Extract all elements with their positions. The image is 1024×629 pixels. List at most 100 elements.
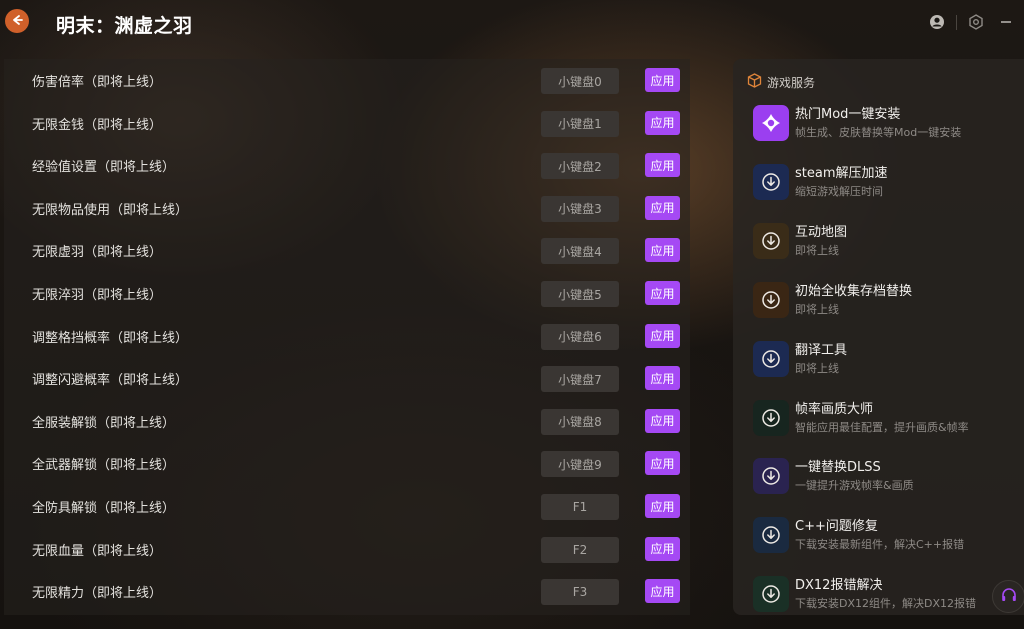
service-desc: 下载安装DX12组件，解决DX12报错 [795,597,977,611]
cheat-row: 经验值设置（即将上线） 小键盘2 应用 [4,144,690,187]
download-icon [753,399,789,436]
download-icon [753,281,789,318]
service-desc: 缩短游戏解压时间 [795,184,883,198]
cheat-label: 无限物品使用（即将上线） [32,202,189,218]
hotkey-field[interactable]: F3 [541,579,619,606]
apply-button[interactable]: 应用 [645,366,680,391]
hotkey-field[interactable]: 小键盘1 [541,110,619,137]
cheat-list: 伤害倍率（即将上线） 小键盘0 应用 无限金钱（即将上线） 小键盘1 应用 经验值设置（即将… [4,59,690,615]
cheat-label: 伤害倍率（即将上线） [32,75,163,90]
service-name: 初始全收集存档替换 [795,283,913,299]
apply-button[interactable]: 应用 [645,110,680,135]
service-desc: 即将上线 [795,361,839,375]
apply-button[interactable]: 应用 [645,451,680,476]
cheat-row: 无限物品使用（即将上线） 小键盘3 应用 [4,187,690,230]
cheat-label: 无限血量（即将上线） [32,543,163,559]
cheat-row: 无限虚羽（即将上线） 小键盘4 应用 [4,229,690,272]
download-icon [753,517,789,554]
hotkey-field[interactable]: 小键盘2 [541,153,619,180]
game-services-panel: 游戏服务 热门Mod一键安装帧生成、皮肤替换等Mod一键安装 steam解压加速缩… [733,59,1024,615]
service-name: 翻译工具 [795,342,848,358]
back-button[interactable] [5,9,29,33]
hotkey-field[interactable]: 小键盘9 [541,451,619,478]
service-item[interactable]: DX12报错解决下载安装DX12组件，解决DX12报错 [753,574,1023,624]
hotkey-field[interactable]: 小键盘4 [541,238,619,265]
service-item[interactable]: 互动地图 即将上线 [753,221,1023,271]
hotkey-field[interactable]: 小键盘3 [541,195,619,222]
service-desc: 帧生成、皮肤替换等Mod一键安装 [795,126,962,139]
cheat-label: 无限精力（即将上线） [32,586,163,602]
page-title: 明末：渊虚之羽 [56,15,193,37]
cheat-row: 无限血量（即将上线） F2 应用 [4,528,690,571]
service-name: 互动地图 [795,224,848,240]
download-icon [753,458,789,495]
service-name: steam解压加速 [795,165,888,181]
download-icon [753,340,789,377]
cheat-row: 全服装解锁（即将上线） 小键盘8 应用 [4,400,690,443]
cheat-label: 全防具解锁（即将上线） [32,501,176,516]
service-item[interactable]: 帧率画质大师 智能应用最佳配置，提升画质&帧率 [753,398,1023,448]
apply-button[interactable]: 应用 [645,68,680,92]
hotkey-field[interactable]: 小键盘8 [541,408,619,435]
settings-icon[interactable] [968,14,984,30]
cheat-label: 全服装解锁（即将上线） [32,415,176,431]
download-icon [753,222,789,259]
cheat-row: 全武器解锁（即将上线） 小键盘9 应用 [4,442,690,485]
cheat-label: 无限虚羽（即将上线） [32,245,163,261]
apply-button[interactable]: 应用 [645,494,680,518]
apply-button[interactable]: 应用 [645,323,680,348]
apply-button[interactable]: 应用 [645,153,680,178]
user-icon[interactable] [929,14,945,30]
cheat-row: 无限精力（即将上线） F3 应用 [4,570,690,613]
hotkey-field[interactable]: F2 [541,536,619,563]
service-item[interactable]: 初始全收集存档替换 即将上线 [753,280,1023,330]
service-name: DX12报错解决 [795,578,883,594]
service-desc: 一键提升游戏帧率&画质 [795,479,914,493]
hotkey-field[interactable]: 小键盘0 [541,68,619,94]
services-header: 游戏服务 [747,72,816,92]
service-item[interactable]: 一键替换DLSS 一键提升游戏帧率&画质 [753,456,1023,506]
service-item[interactable]: C++问题修复 下载安装最新组件，解决C++报错 [753,515,1023,565]
title-bar: 明末：渊虚之羽 [0,0,1024,50]
apply-button[interactable]: 应用 [645,536,680,561]
download-icon [753,576,789,613]
download-icon [753,163,789,200]
hotkey-field[interactable]: F1 [541,494,619,520]
back-arrow-icon [10,12,24,31]
service-desc: 智能应用最佳配置，提升画质&帧率 [795,420,969,434]
header-divider [956,15,957,30]
cheat-label: 无限金钱（即将上线） [32,117,163,133]
cheat-row: 调整闪避概率（即将上线） 小键盘7 应用 [4,357,690,400]
cheat-row: 全防具解锁（即将上线） F1 应用 [4,485,690,528]
cheat-label: 经验值设置（即将上线） [32,160,176,176]
apply-button[interactable]: 应用 [645,281,680,305]
service-item[interactable]: steam解压加速 缩短游戏解压时间 [753,162,1023,212]
service-name: 一键替换DLSS [795,460,881,476]
cheat-row: 无限金钱（即将上线） 小键盘1 应用 [4,102,690,145]
service-desc: 即将上线 [795,302,839,316]
apply-button[interactable]: 应用 [645,579,680,604]
minimize-icon[interactable] [998,14,1014,30]
cheat-label: 调整闪避概率（即将上线） [32,373,189,389]
services-title: 游戏服务 [767,75,816,90]
cheat-row: 伤害倍率（即将上线） 小键盘0 应用 [4,59,690,102]
headset-icon [1000,586,1018,608]
box-icon [747,72,762,92]
hotkey-field[interactable]: 小键盘5 [541,281,619,307]
cheat-label: 无限淬羽（即将上线） [32,288,163,303]
service-name: 热门Mod一键安装 [795,107,901,122]
cheat-row: 调整格挡概率（即将上线） 小键盘6 应用 [4,315,690,358]
cheat-label: 调整格挡概率（即将上线） [32,330,189,346]
service-desc: 下载安装最新组件，解决C++报错 [795,538,965,552]
apply-button[interactable]: 应用 [645,195,680,220]
service-item[interactable]: 翻译工具 即将上线 [753,339,1023,389]
hotkey-field[interactable]: 小键盘6 [541,323,619,350]
cheat-label: 全武器解锁（即将上线） [32,458,176,474]
service-item[interactable]: 热门Mod一键安装帧生成、皮肤替换等Mod一键安装 [753,103,1023,153]
support-button[interactable] [992,580,1024,613]
apply-button[interactable]: 应用 [645,238,680,263]
mod-icon [753,105,789,141]
hotkey-field[interactable]: 小键盘7 [541,366,619,393]
apply-button[interactable]: 应用 [645,408,680,433]
cheat-row: 无限淬羽（即将上线） 小键盘5 应用 [4,272,690,315]
